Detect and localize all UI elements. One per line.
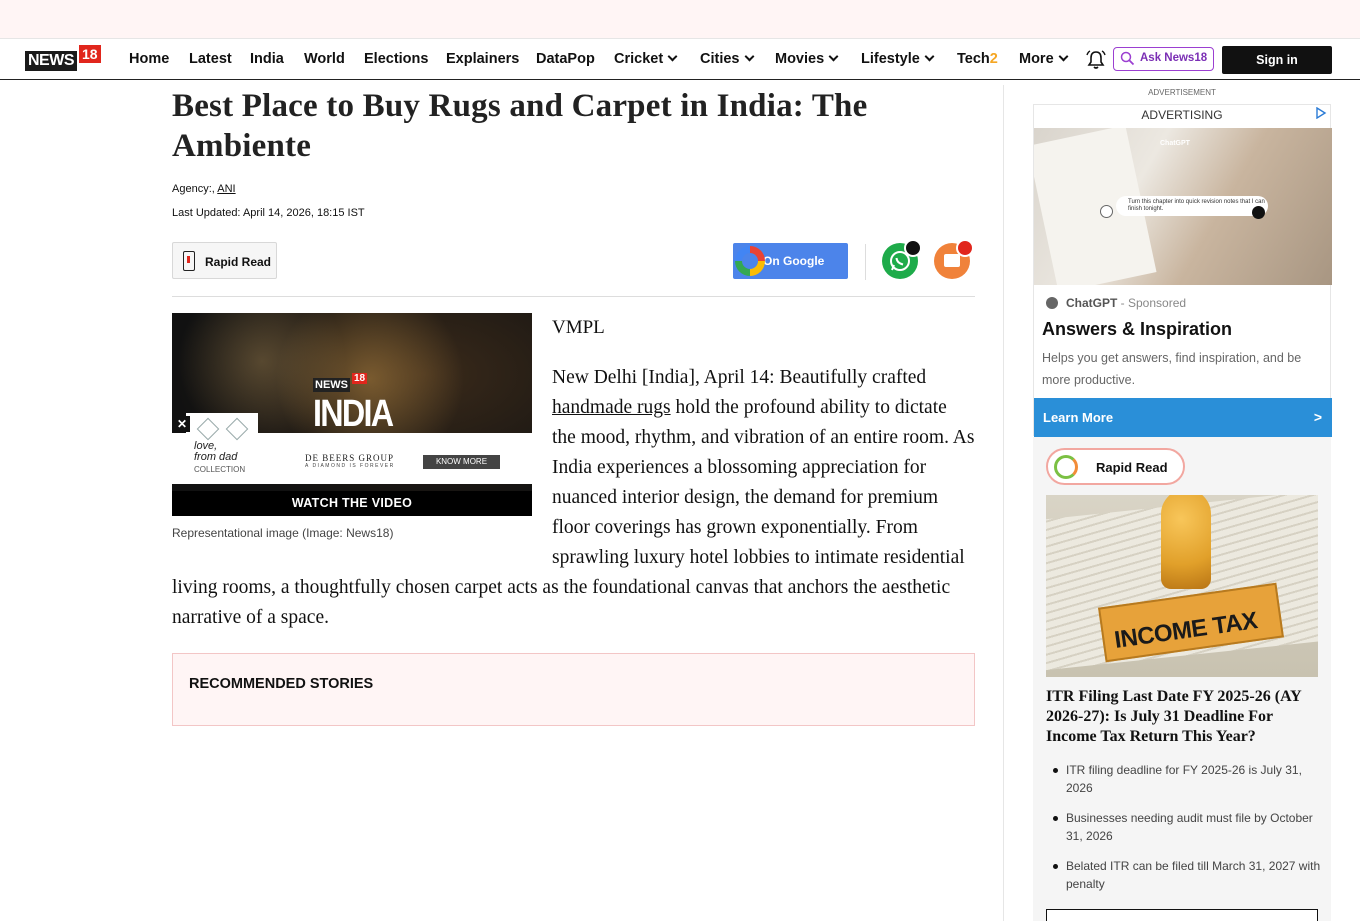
share-icon: [904, 239, 922, 257]
nav-world[interactable]: World: [304, 51, 345, 67]
notification-dot: [956, 239, 974, 257]
whatsapp-share-button[interactable]: [882, 239, 922, 279]
phone-icon: [183, 251, 195, 271]
nav-more[interactable]: More: [1019, 51, 1069, 67]
stamp-handle: [1161, 495, 1211, 589]
nav-lifestyle-label: Lifestyle: [861, 51, 920, 67]
plus-icon: [1100, 205, 1113, 218]
nav-explainers[interactable]: Explainers: [446, 51, 519, 67]
nav-datapop[interactable]: DataPop: [536, 51, 595, 67]
nav-tech2[interactable]: Tech2: [957, 51, 998, 67]
nav-more-label: More: [1019, 51, 1054, 67]
article-body: New Delhi [India], April 14: Beautifully…: [172, 363, 975, 633]
sign-in-button[interactable]: Sign in: [1222, 46, 1332, 74]
body-text-start: New Delhi [India], April 14: Beautifully…: [552, 367, 927, 388]
column-divider: [1003, 85, 1004, 921]
bell-icon[interactable]: [1086, 50, 1106, 70]
article-byline: VMPL: [552, 317, 605, 338]
ad-title: Answers & Inspiration: [1042, 319, 1233, 339]
chevron-down-icon: [828, 51, 839, 62]
learn-more-button[interactable]: Learn More >: [1034, 398, 1332, 437]
nav-cities-label: Cities: [700, 51, 740, 67]
ad-source: ChatGPT - Sponsored: [1046, 296, 1186, 310]
chevron-down-icon: [924, 51, 935, 62]
handmade-rugs-link[interactable]: handmade rugs: [552, 397, 671, 418]
ask-news18-button[interactable]: Ask News18: [1113, 47, 1214, 71]
nav-movies[interactable]: Movies: [775, 51, 839, 67]
sidebar-ad-card[interactable]: ADVERTISING ChatGPT Turn this chapter in…: [1033, 104, 1332, 437]
last-updated-label: Last Updated:: [172, 207, 241, 219]
ad-sponsored-label: - Sponsored: [1117, 296, 1187, 310]
ad-description: Helps you get answers, find inspiration,…: [1042, 351, 1302, 387]
top-ad-strip: [0, 0, 1360, 38]
divider: [172, 296, 975, 297]
advertisement-label: ADVERTISEMENT: [1148, 88, 1216, 97]
rapid-read-panel: Rapid Read INCOME TAX ITR Filing Last Da…: [1033, 437, 1331, 921]
nav-movies-label: Movies: [775, 51, 825, 67]
chatgpt-icon: [1046, 297, 1058, 309]
agency-line: Agency:, ANI: [172, 183, 236, 195]
logo-text: NEWS: [25, 51, 77, 71]
main-navbar: NEWS 18 Home Latest India World Election…: [0, 38, 1360, 80]
ad-image: ChatGPT Turn this chapter into quick rev…: [1034, 128, 1332, 285]
list-item: Belated ITR can be filed till March 31, …: [1053, 857, 1325, 893]
chevron-down-icon: [667, 51, 678, 62]
chevron-down-icon: [1058, 51, 1069, 62]
nav-cricket-label: Cricket: [614, 51, 664, 67]
ad-image-brand: ChatGPT: [1160, 140, 1190, 147]
last-updated-line: Last Updated: April 14, 2026, 18:15 IST: [172, 207, 365, 219]
google-icon: [735, 246, 765, 276]
nav-home[interactable]: Home: [129, 51, 169, 67]
ad-header: ADVERTISING: [1141, 108, 1223, 122]
learn-more-label: Learn More: [1043, 410, 1114, 425]
list-item: ITR filing deadline for FY 2025-26 is Ju…: [1053, 761, 1325, 797]
ad-choices-icon[interactable]: [1315, 107, 1327, 119]
sparkle-search-icon: [1120, 51, 1135, 66]
ad-source-name: ChatGPT: [1066, 296, 1118, 310]
list-item: Businesses needing audit must file by Oc…: [1053, 809, 1325, 845]
article-headline: Best Place to Buy Rugs and Carpet in Ind…: [172, 88, 868, 164]
comments-button[interactable]: [934, 239, 974, 279]
nav-tech-label: Tech: [957, 51, 990, 67]
rapid-read-pill[interactable]: Rapid Read: [1046, 448, 1185, 485]
agency-link[interactable]: ANI: [217, 183, 235, 195]
rapid-read-points: ITR filing deadline for FY 2025-26 is Ju…: [1053, 761, 1325, 905]
rapid-read-next-button[interactable]: [1046, 909, 1318, 921]
last-updated-value: April 14, 2026, 18:15 IST: [242, 207, 365, 219]
float-spacer: [172, 363, 552, 573]
google-button-label: On Google: [763, 254, 825, 268]
nav-india[interactable]: India: [250, 51, 284, 67]
rapid-read-label: Rapid Read: [205, 255, 272, 269]
send-icon: [1252, 206, 1265, 219]
divider: [865, 244, 866, 280]
rapid-read-icon: [1054, 455, 1078, 479]
ask-news18-label: Ask News18: [1140, 52, 1208, 64]
ad-image-prompt: Turn this chapter into quick revision no…: [1116, 196, 1268, 216]
income-tax-stamp-image[interactable]: INCOME TAX: [1046, 495, 1318, 677]
news18-logo[interactable]: NEWS 18: [25, 45, 101, 73]
rapid-read-button[interactable]: Rapid Read: [172, 242, 277, 279]
recommended-stories-box: RECOMMENDED STORIES: [172, 653, 975, 726]
nav-tech-suffix: 2: [989, 51, 998, 67]
recommended-stories-label: RECOMMENDED STORIES: [189, 676, 374, 692]
nav-latest[interactable]: Latest: [189, 51, 232, 67]
chevron-down-icon: [744, 51, 754, 62]
agency-label: Agency:,: [172, 183, 215, 195]
nav-cities[interactable]: Cities: [700, 51, 754, 67]
logo-number: 18: [79, 45, 101, 63]
rapid-read-pill-label: Rapid Read: [1096, 460, 1168, 475]
comment-icon: [944, 254, 960, 267]
rapid-read-title[interactable]: ITR Filing Last Date FY 2025-26 (AY 2026…: [1046, 687, 1321, 747]
follow-on-google-button[interactable]: On Google: [733, 243, 848, 279]
chevron-right-icon: >: [1313, 409, 1322, 425]
nav-lifestyle[interactable]: Lifestyle: [861, 51, 935, 67]
nav-elections[interactable]: Elections: [364, 51, 428, 67]
nav-cricket[interactable]: Cricket: [614, 51, 678, 67]
